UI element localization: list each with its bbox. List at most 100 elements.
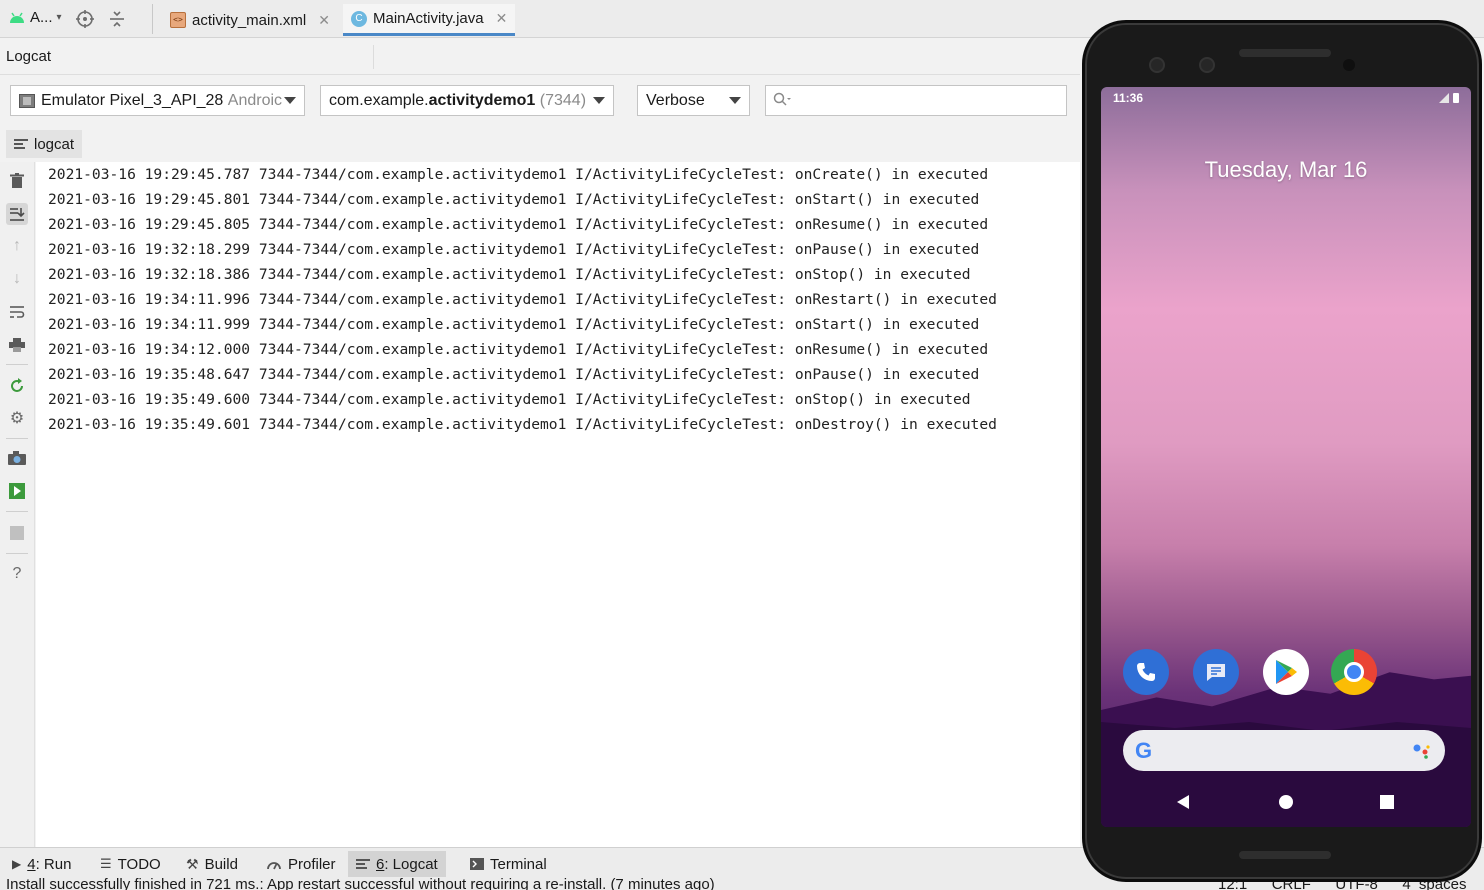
phone-app-icon[interactable] xyxy=(1123,649,1169,695)
tab-run[interactable]: ▶ 4: Run xyxy=(4,851,79,877)
chrome-app-icon[interactable] xyxy=(1331,649,1377,695)
log-line: 2021-03-16 19:29:45.787 7344-7344/com.ex… xyxy=(48,166,989,183)
emulator-icon xyxy=(19,93,35,108)
android-studio-window: A... ▾ <> activity_main.xml ✕ C MainActi… xyxy=(0,0,1484,890)
log-line: 2021-03-16 19:32:18.299 7344-7344/com.ex… xyxy=(48,241,980,258)
screen-record-icon[interactable] xyxy=(6,480,28,502)
top-speaker xyxy=(1239,49,1331,57)
soft-wrap-icon[interactable] xyxy=(6,301,28,323)
logcat-list-icon xyxy=(14,137,28,151)
tab-label: Terminal xyxy=(490,855,547,873)
emulator-device-frame: 11:36 Tuesday, Mar 16 G xyxy=(1082,20,1482,882)
status-time: 11:36 xyxy=(1113,91,1144,105)
toolbar-divider xyxy=(6,438,28,439)
stop-icon[interactable] xyxy=(6,522,28,544)
restart-icon[interactable] xyxy=(6,375,28,397)
logcat-output[interactable]: 2021-03-16 19:29:45.787 7344-7344/com.ex… xyxy=(36,162,1080,847)
log-line: 2021-03-16 19:29:45.805 7344-7344/com.ex… xyxy=(48,216,989,233)
tab-activity-main-xml[interactable]: <> activity_main.xml ✕ xyxy=(162,4,338,36)
tab-logcat-bottom[interactable]: 6: Logcat xyxy=(348,851,446,877)
messages-app-icon[interactable] xyxy=(1193,649,1239,695)
chevron-down-icon xyxy=(284,97,296,104)
help-icon[interactable]: ? xyxy=(6,563,28,585)
google-g-icon: G xyxy=(1135,738,1153,763)
todo-list-icon: ☰ xyxy=(100,856,112,871)
tab-todo[interactable]: ☰ TODO xyxy=(92,851,169,877)
process-name: activitydemo1 xyxy=(428,91,536,109)
terminal-icon xyxy=(470,858,484,870)
google-assistant-icon[interactable] xyxy=(1413,743,1431,759)
device-name: Emulator Pixel_3_API_28 xyxy=(41,91,224,109)
android-nav-bar xyxy=(1101,787,1471,817)
logcat-filter-row: Emulator Pixel_3_API_28 Androic com.exam… xyxy=(0,76,1080,126)
google-search-bar[interactable]: G xyxy=(1123,730,1445,771)
logcat-list-icon xyxy=(356,857,370,871)
collapse-all-icon[interactable] xyxy=(106,8,128,30)
scroll-to-end-icon[interactable] xyxy=(6,203,28,225)
process-selector[interactable]: com.example. activitydemo1 (7344) xyxy=(320,85,614,116)
header-divider xyxy=(373,45,374,69)
emulator-screen[interactable]: 11:36 Tuesday, Mar 16 G xyxy=(1101,87,1471,827)
gauge-icon xyxy=(267,862,281,870)
log-line: 2021-03-16 19:34:11.996 7344-7344/com.ex… xyxy=(48,291,997,308)
project-selector[interactable]: A... ▾ xyxy=(8,9,62,26)
clear-logcat-trash-icon[interactable] xyxy=(6,170,28,192)
logcat-panel-header: Logcat xyxy=(0,39,1080,75)
chevron-down-icon xyxy=(593,97,605,104)
tab-label: activity_main.xml xyxy=(192,11,307,29)
toolbar-divider xyxy=(6,511,28,512)
device-status-icons xyxy=(1439,93,1459,103)
bottom-speaker xyxy=(1239,851,1331,859)
android-icon xyxy=(10,12,24,23)
tab-profiler[interactable]: Profiler xyxy=(258,851,344,877)
device-selector[interactable]: Emulator Pixel_3_API_28 Androic xyxy=(10,85,305,116)
status-message[interactable]: Install successfully finished in 721 ms.… xyxy=(6,877,715,890)
device-suffix: Androic xyxy=(227,91,283,109)
log-line: 2021-03-16 19:35:49.600 7344-7344/com.ex… xyxy=(48,391,971,408)
play-store-app-icon[interactable] xyxy=(1263,649,1309,695)
hammer-icon: ⚒ xyxy=(186,855,199,872)
chevron-down-icon: ▾ xyxy=(56,12,62,23)
log-level-value: Verbose xyxy=(646,91,705,109)
logcat-search-input[interactable] xyxy=(765,85,1067,116)
toolbar-divider xyxy=(6,553,28,554)
home-icon[interactable] xyxy=(1279,795,1293,809)
tab-label: Profiler xyxy=(288,855,336,873)
app-dock xyxy=(1123,649,1443,695)
screen-capture-camera-icon[interactable] xyxy=(6,447,28,469)
close-icon[interactable]: ✕ xyxy=(318,12,330,29)
signal-icon xyxy=(1439,93,1449,103)
home-date[interactable]: Tuesday, Mar 16 xyxy=(1101,157,1471,183)
log-level-selector[interactable]: Verbose xyxy=(637,85,750,116)
log-line: 2021-03-16 19:35:48.647 7344-7344/com.ex… xyxy=(48,366,980,383)
panel-title: Logcat xyxy=(6,48,52,65)
java-class-icon: C xyxy=(351,10,367,27)
log-line: 2021-03-16 19:35:49.601 7344-7344/com.ex… xyxy=(48,416,997,433)
arrow-down-icon[interactable]: ↓ xyxy=(6,268,28,290)
xml-file-icon: <> xyxy=(170,12,186,28)
process-pid: (7344) xyxy=(539,91,587,109)
recents-icon[interactable] xyxy=(1380,795,1394,809)
settings-gear-icon[interactable]: ⚙ xyxy=(6,407,28,429)
search-icon xyxy=(773,92,793,112)
tab-main-activity-java[interactable]: C MainActivity.java ✕ xyxy=(343,4,516,36)
tab-label: TODO xyxy=(117,855,161,873)
locate-icon[interactable] xyxy=(74,8,96,30)
log-line: 2021-03-16 19:32:18.386 7344-7344/com.ex… xyxy=(48,266,971,283)
tab-label: : Logcat xyxy=(384,855,438,873)
arrow-up-icon[interactable]: ↑ xyxy=(6,235,28,257)
print-icon[interactable] xyxy=(6,334,28,356)
log-line: 2021-03-16 19:34:12.000 7344-7344/com.ex… xyxy=(48,341,989,358)
log-line: 2021-03-16 19:34:11.999 7344-7344/com.ex… xyxy=(48,316,980,333)
close-icon[interactable]: ✕ xyxy=(496,10,508,27)
tab-label: Build xyxy=(204,855,238,873)
toolbar-divider xyxy=(152,4,153,34)
battery-icon xyxy=(1453,93,1459,103)
logcat-side-toolbar: ↑ ↓ ⚙ ? xyxy=(0,162,35,847)
log-line: 2021-03-16 19:29:45.801 7344-7344/com.ex… xyxy=(48,191,980,208)
tab-terminal[interactable]: Terminal xyxy=(462,851,555,877)
tab-logcat[interactable]: logcat xyxy=(6,130,83,158)
tab-build[interactable]: ⚒ Build xyxy=(178,851,246,877)
back-icon[interactable] xyxy=(1177,795,1189,809)
front-camera-icon xyxy=(1149,57,1165,73)
